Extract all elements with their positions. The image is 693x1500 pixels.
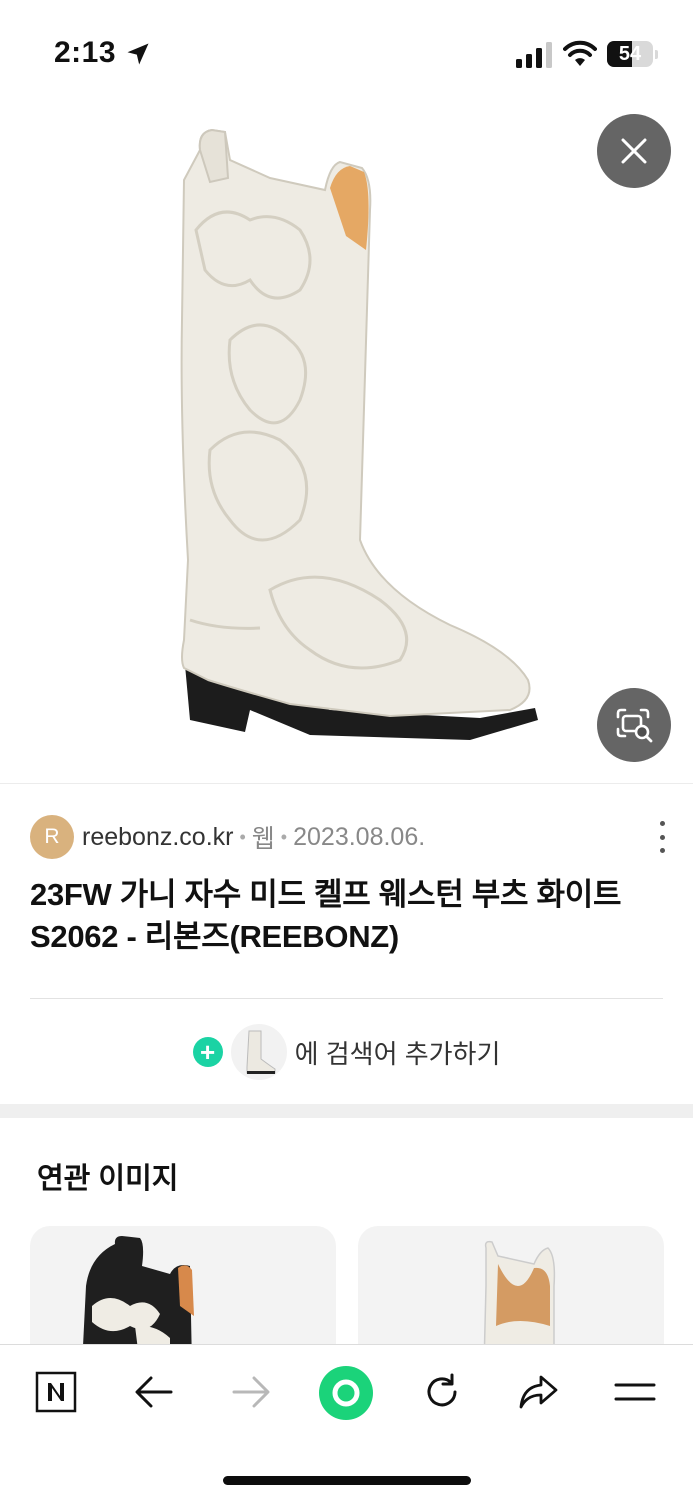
battery-icon: 54: [607, 41, 658, 67]
source-type: 웹: [251, 825, 275, 853]
green-dot-icon: [319, 1366, 373, 1420]
hero-image[interactable]: [0, 100, 693, 783]
location-arrow-icon: [127, 43, 149, 65]
site-favicon: R: [30, 815, 74, 859]
source-row[interactable]: R reebonz.co.kr • 웹 • 2023.08.06.: [30, 815, 670, 859]
home-indicator: [223, 1476, 471, 1485]
related-images-title: 연관 이미지: [37, 1163, 179, 1195]
reload-icon: [427, 1373, 457, 1407]
separator-dot: •: [280, 826, 288, 847]
cellular-signal-icon: [516, 42, 552, 68]
divider: [0, 783, 693, 784]
source-date: 2023.08.06.: [293, 822, 426, 851]
close-icon: [621, 138, 647, 164]
white-boot-image: [180, 128, 538, 740]
add-search-label: 에 검색어 추가하기: [294, 1038, 501, 1069]
result-title[interactable]: 23FW 가니 자수 미드 켈프 웨스턴 부츠 화이트 S2062 - 리본즈(…: [30, 874, 670, 958]
add-to-search-button[interactable]: + 에 검색어 추가하기: [0, 1023, 693, 1081]
section-separator: [0, 1104, 693, 1118]
status-time: 2:13: [54, 36, 117, 69]
boot-thumbnail: [230, 1024, 287, 1080]
back-arrow-icon: [135, 1376, 173, 1408]
plus-icon: +: [192, 1037, 223, 1067]
green-dot-button[interactable]: [316, 1365, 376, 1421]
naver-home-icon: [35, 1371, 77, 1413]
image-search-icon: [616, 708, 653, 743]
reload-button[interactable]: [412, 1369, 472, 1415]
divider: [30, 998, 663, 999]
back-button[interactable]: [124, 1369, 184, 1415]
forward-arrow-icon: [232, 1376, 270, 1408]
more-options-icon[interactable]: [654, 821, 670, 853]
close-button[interactable]: [597, 114, 671, 188]
menu-icon: [614, 1383, 656, 1401]
status-bar: 2:13 54: [0, 0, 693, 100]
share-icon: [519, 1375, 558, 1409]
share-button[interactable]: [508, 1369, 568, 1415]
battery-percent: 54: [618, 43, 642, 65]
bottom-toolbar: [0, 1344, 693, 1500]
naver-home-button[interactable]: [26, 1369, 86, 1415]
menu-button[interactable]: [605, 1369, 665, 1415]
source-domain[interactable]: reebonz.co.kr: [82, 823, 233, 852]
forward-button[interactable]: [221, 1369, 281, 1415]
wifi-icon: [563, 40, 597, 66]
separator-dot: •: [239, 826, 246, 847]
image-search-button[interactable]: [597, 688, 671, 762]
